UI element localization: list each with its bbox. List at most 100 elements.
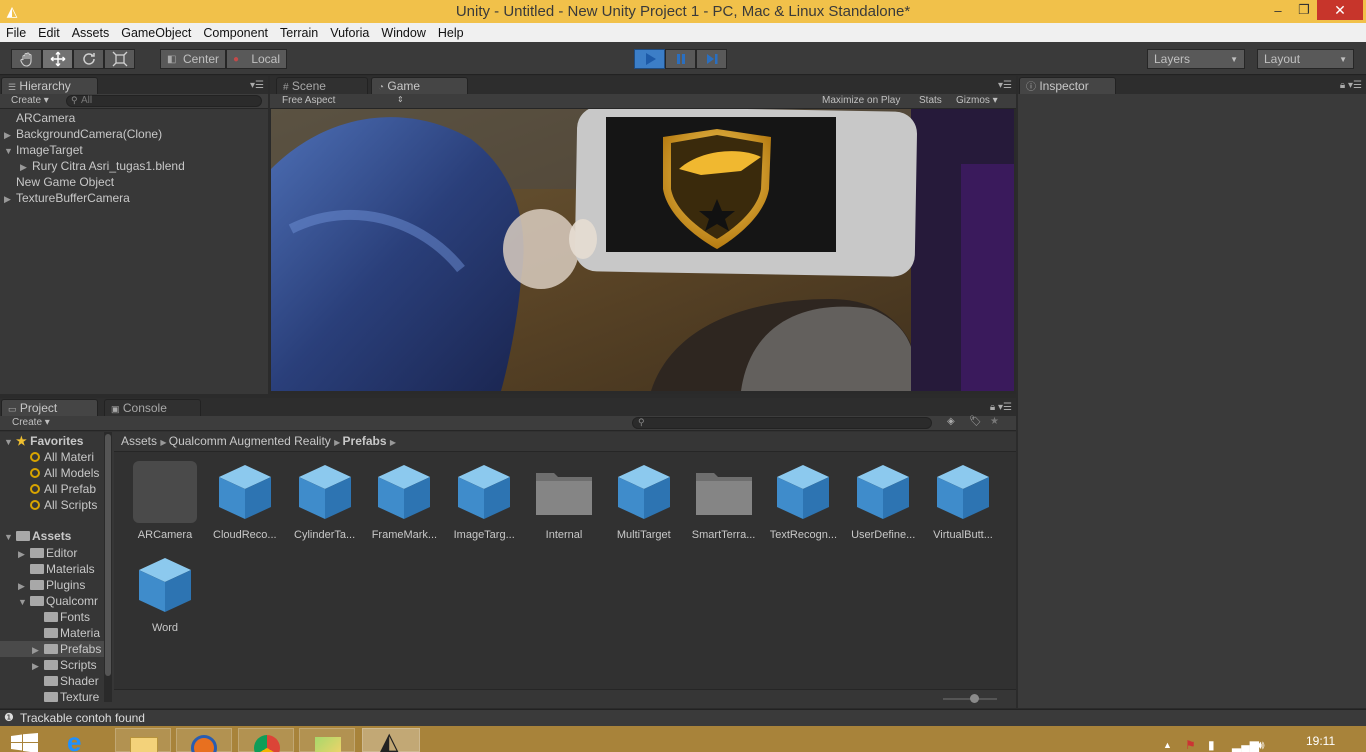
asset-item[interactable]: UserDefine... xyxy=(845,459,921,545)
layers-dropdown[interactable]: Layers ▼ xyxy=(1147,49,1245,69)
hierarchy-create-button[interactable]: Create ▾ xyxy=(11,95,49,106)
move-tool-button[interactable] xyxy=(42,49,73,69)
pause-button[interactable] xyxy=(665,49,696,69)
menu-component[interactable]: Component xyxy=(197,26,274,40)
star-filter-icon[interactable]: ★ xyxy=(990,416,999,427)
asset-item[interactable]: VirtualButt... xyxy=(925,459,1001,545)
tree-item[interactable]: ▶ Plugins xyxy=(0,577,104,593)
panel-menu-icon[interactable]: ▾☰ xyxy=(998,80,1012,91)
asset-item[interactable]: CylinderTa... xyxy=(287,459,363,545)
aspect-dropdown[interactable]: Free Aspect xyxy=(282,95,335,106)
menu-file[interactable]: File xyxy=(0,26,32,40)
game-view-render[interactable] xyxy=(271,109,1014,391)
hierarchy-item[interactable]: New Game Object xyxy=(4,174,114,190)
expand-arrow-icon[interactable]: ▶ xyxy=(20,159,32,175)
windows-start-icon[interactable] xyxy=(11,733,39,752)
tree-item[interactable]: ▼ Qualcomr xyxy=(0,593,104,609)
zoom-slider-thumb[interactable] xyxy=(970,694,979,703)
play-button[interactable] xyxy=(634,49,665,69)
expand-arrow-icon[interactable]: ▼ xyxy=(4,143,16,159)
taskbar-ie-button[interactable]: e xyxy=(56,728,112,752)
maximize-button[interactable]: ❐ xyxy=(1291,0,1317,20)
scale-tool-button[interactable] xyxy=(104,49,135,69)
menu-window[interactable]: Window xyxy=(375,26,431,40)
tray-battery-icon[interactable]: ▮ xyxy=(1208,738,1215,752)
gizmos-dropdown[interactable]: Gizmos ▾ xyxy=(956,95,998,106)
favorite-item[interactable]: All Materi xyxy=(30,449,94,465)
expand-arrow-icon[interactable]: ▶ xyxy=(4,191,16,207)
breadcrumb-item[interactable]: Prefabs xyxy=(343,434,387,448)
favorites-header[interactable]: ▼ ★ Favorites xyxy=(4,433,83,449)
filter-type-icon[interactable]: ◈ xyxy=(947,416,955,427)
asset-item[interactable]: MultiTarget xyxy=(606,459,682,545)
maximize-on-play-toggle[interactable]: Maximize on Play xyxy=(822,95,900,106)
tab-hierarchy[interactable]: ☰ Hierarchy xyxy=(1,77,98,94)
tray-signal-icon[interactable]: ▂▄▆ xyxy=(1232,738,1259,752)
asset-item[interactable]: Word xyxy=(127,552,203,638)
panel-menu-icon[interactable]: ▾☰ xyxy=(250,80,264,91)
tray-arrow-icon[interactable]: ▲ xyxy=(1163,740,1172,750)
rotate-tool-button[interactable] xyxy=(73,49,104,69)
expand-arrow-icon[interactable]: ▼ xyxy=(18,594,30,609)
tree-item[interactable]: Shader xyxy=(0,673,104,689)
hierarchy-item[interactable]: ▶ Rury Citra Asri_tugas1.blend xyxy=(20,158,185,174)
step-button[interactable] xyxy=(696,49,727,69)
favorite-item[interactable]: All Models xyxy=(30,465,99,481)
taskbar-explorer-button[interactable] xyxy=(115,728,171,752)
favorite-item[interactable]: All Prefab xyxy=(30,481,96,497)
menu-edit[interactable]: Edit xyxy=(32,26,66,40)
asset-item[interactable]: CloudReco... xyxy=(207,459,283,545)
lock-menu-icon[interactable]: 🔒︎ ▾☰ xyxy=(1340,80,1362,91)
taskbar-unity-button[interactable]: ◭ xyxy=(362,728,420,752)
expand-arrow-icon[interactable]: ▶ xyxy=(32,658,44,673)
lock-menu-icon[interactable]: 🔒︎ ▾☰ xyxy=(990,402,1012,413)
taskbar-chrome-button[interactable] xyxy=(238,728,294,752)
tree-item[interactable]: Materia xyxy=(0,625,104,641)
tree-scrollbar-thumb[interactable] xyxy=(105,434,111,676)
tree-item[interactable]: ▶ Editor xyxy=(0,545,104,561)
tab-inspector[interactable]: ⓘ Inspector xyxy=(1019,77,1116,94)
asset-item[interactable]: TextRecogn... xyxy=(765,459,841,545)
layout-dropdown[interactable]: Layout ▼ xyxy=(1257,49,1354,69)
project-create-button[interactable]: Create ▾ xyxy=(12,417,50,428)
asset-item[interactable]: ARCamera xyxy=(127,459,203,545)
status-message[interactable]: Trackable contoh found xyxy=(20,710,145,727)
tray-volume-icon[interactable]: 🔊︎ xyxy=(1257,738,1265,752)
space-toggle[interactable]: ● Local xyxy=(226,49,287,69)
tree-item[interactable]: Texture xyxy=(0,689,104,705)
asset-item[interactable]: FrameMark... xyxy=(366,459,442,545)
asset-item[interactable]: SmartTerra... xyxy=(686,459,762,545)
tray-flag-icon[interactable]: ⚑ xyxy=(1185,738,1196,752)
assets-header[interactable]: ▼ Assets xyxy=(4,528,71,544)
taskbar-firefox-button[interactable] xyxy=(176,728,232,752)
hierarchy-item[interactable]: ▶ TextureBufferCamera xyxy=(4,190,130,206)
asset-item[interactable]: ImageTarg... xyxy=(446,459,522,545)
expand-arrow-icon[interactable]: ▶ xyxy=(32,642,44,657)
favorite-item[interactable]: All Scripts xyxy=(30,497,97,513)
hand-tool-button[interactable] xyxy=(11,49,42,69)
menu-help[interactable]: Help xyxy=(432,26,470,40)
menu-assets[interactable]: Assets xyxy=(66,26,116,40)
tab-console[interactable]: ▣ Console xyxy=(104,399,201,416)
menu-gameobject[interactable]: GameObject xyxy=(115,26,197,40)
stats-toggle[interactable]: Stats xyxy=(919,95,942,106)
project-search-input[interactable]: ⚲ xyxy=(632,417,932,429)
tag-icon[interactable]: 🏷︎ xyxy=(969,416,982,427)
tree-item[interactable]: Materials xyxy=(0,561,104,577)
hierarchy-item[interactable]: ▶ BackgroundCamera(Clone) xyxy=(4,126,162,142)
breadcrumb-item[interactable]: Qualcomm Augmented Reality xyxy=(169,434,331,448)
expand-arrow-icon[interactable]: ▶ xyxy=(18,578,30,593)
tree-item[interactable]: ▶ Scripts xyxy=(0,657,104,673)
breadcrumb-item[interactable]: Assets xyxy=(121,434,157,448)
tree-scrollbar[interactable] xyxy=(104,432,112,702)
taskbar-app-button[interactable] xyxy=(299,728,355,752)
menu-vuforia[interactable]: Vuforia xyxy=(324,26,375,40)
menu-terrain[interactable]: Terrain xyxy=(274,26,324,40)
tab-game[interactable]: ◔ Game xyxy=(371,77,468,94)
hierarchy-search-input[interactable]: ⚲ All xyxy=(66,95,262,107)
tab-scene[interactable]: # Scene xyxy=(276,77,368,94)
close-button[interactable]: ✕ xyxy=(1317,0,1363,20)
hierarchy-item[interactable]: ▼ ImageTarget xyxy=(4,142,83,158)
pivot-toggle[interactable]: ◧ Center xyxy=(160,49,226,69)
asset-item[interactable]: Internal xyxy=(526,459,602,545)
